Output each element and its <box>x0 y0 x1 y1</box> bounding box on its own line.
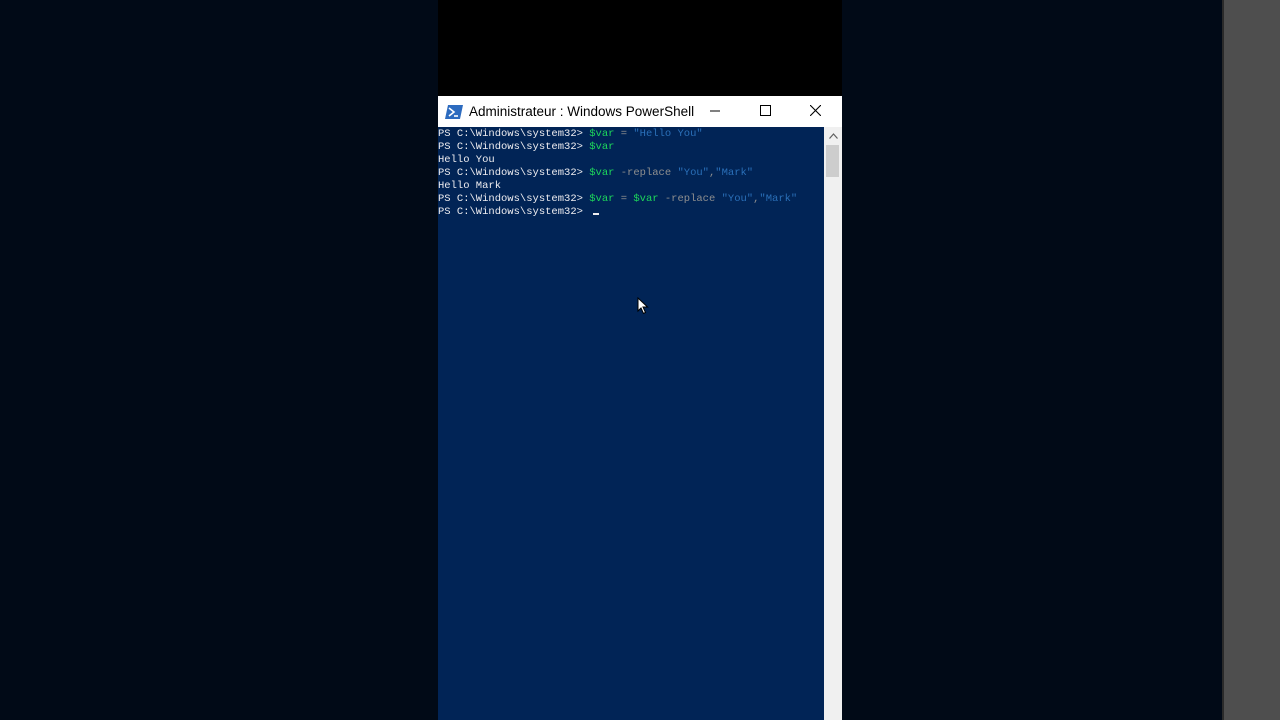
minimize-button[interactable] <box>690 96 740 127</box>
minimize-icon <box>710 103 720 121</box>
window-title: Administrateur : Windows PowerShell <box>469 104 695 119</box>
console-line: PS C:\Windows\system32> $var = "Hello Yo… <box>438 128 703 140</box>
vertical-scrollbar[interactable] <box>824 127 842 720</box>
desktop-background: Administrateur : Windows PowerShell PS C… <box>0 0 1280 720</box>
maximize-icon <box>759 103 771 121</box>
adjacent-window-edge <box>1222 0 1280 720</box>
console-line: Hello You <box>438 154 495 166</box>
title-bar[interactable]: Administrateur : Windows PowerShell <box>438 96 842 127</box>
close-button[interactable] <box>790 96 840 127</box>
chevron-up-icon <box>828 126 838 144</box>
black-backdrop <box>438 0 842 96</box>
console-line: PS C:\Windows\system32> $var = $var -rep… <box>438 193 798 205</box>
powershell-icon <box>445 104 463 119</box>
console-line: PS C:\Windows\system32> $var <box>438 141 615 153</box>
console-line[interactable]: PS C:\Windows\system32> <box>438 206 600 218</box>
console-line: Hello Mark <box>438 180 502 192</box>
console-output: PS C:\Windows\system32> $var = "Hello Yo… <box>438 127 824 219</box>
scrollbar-thumb[interactable] <box>826 145 839 177</box>
powershell-window: Administrateur : Windows PowerShell PS C… <box>438 96 842 720</box>
maximize-button[interactable] <box>740 96 790 127</box>
console-area[interactable]: PS C:\Windows\system32> $var = "Hello Yo… <box>438 127 824 720</box>
text-cursor <box>593 213 600 215</box>
console-line: PS C:\Windows\system32> $var -replace "Y… <box>438 167 754 179</box>
mouse-pointer-icon <box>637 296 649 315</box>
close-icon <box>809 103 821 121</box>
scroll-up-button[interactable] <box>824 127 842 143</box>
